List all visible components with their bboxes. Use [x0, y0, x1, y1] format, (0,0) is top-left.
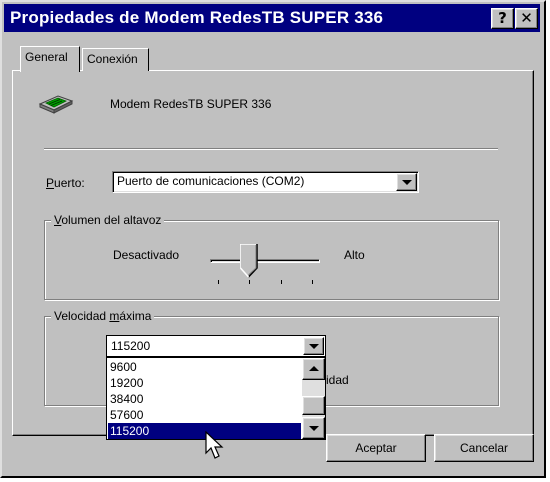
speed-select-value: 115200: [111, 339, 151, 353]
speed-group-label: Velocidad máxima: [51, 309, 155, 323]
scroll-thumb[interactable]: [302, 396, 325, 415]
modem-name: Modem RedesTB SUPER 336: [110, 97, 272, 111]
hidden-option-label: idad: [326, 373, 349, 387]
modem-icon: [38, 95, 74, 114]
mouse-cursor-icon: [205, 431, 224, 459]
speed-option[interactable]: 57600: [108, 407, 301, 423]
ok-button[interactable]: Aceptar: [326, 434, 426, 462]
speed-dropdown-button[interactable]: [303, 337, 324, 355]
separator: [44, 148, 498, 150]
speed-option[interactable]: 9600: [108, 359, 301, 375]
tab-conexion[interactable]: Conexión: [82, 48, 149, 71]
cancel-button[interactable]: Cancelar: [434, 434, 534, 462]
volume-slider-track: [210, 259, 320, 263]
volume-tick: [218, 280, 219, 284]
tab-general-label: General: [25, 50, 68, 64]
volume-slider-thumb[interactable]: [240, 244, 258, 278]
volume-low-label: Desactivado: [113, 248, 180, 262]
chevron-up-icon: [308, 366, 319, 371]
window-title: Propiedades de Modem RedesTB SUPER 336: [10, 8, 384, 27]
title-bar[interactable]: Propiedades de Modem RedesTB SUPER 336 ?…: [4, 4, 540, 32]
tab-conexion-label: Conexión: [87, 52, 138, 66]
volume-tick: [280, 280, 282, 284]
help-button[interactable]: ?: [491, 8, 514, 29]
close-button[interactable]: ✕: [515, 8, 538, 29]
volume-tick: [312, 280, 313, 284]
list-scrollbar[interactable]: [302, 358, 325, 439]
tab-general[interactable]: General: [20, 46, 80, 72]
speed-dropdown-list[interactable]: 9600 19200 38400 57600 115200: [106, 357, 326, 440]
port-select[interactable]: Puerto de comunicaciones (COM2): [112, 171, 419, 193]
chevron-down-icon: [401, 180, 412, 185]
volume-high-label: Alto: [344, 248, 365, 262]
speed-option[interactable]: 38400: [108, 391, 301, 407]
speed-option[interactable]: 19200: [108, 375, 301, 391]
port-select-value: Puerto de comunicaciones (COM2): [117, 174, 305, 188]
chevron-down-icon: [308, 344, 319, 349]
volume-tick: [249, 280, 251, 284]
volume-slider[interactable]: [210, 240, 320, 290]
close-icon: ✕: [520, 9, 533, 27]
speed-select[interactable]: 115200: [106, 335, 326, 357]
port-dropdown-button[interactable]: [396, 173, 417, 191]
port-label: Puerto:: [46, 176, 85, 190]
chevron-down-icon: [308, 426, 319, 431]
scroll-up-button[interactable]: [302, 358, 325, 380]
volume-group-label: Volumen del altavoz: [51, 213, 165, 227]
scroll-down-button[interactable]: [302, 417, 325, 439]
